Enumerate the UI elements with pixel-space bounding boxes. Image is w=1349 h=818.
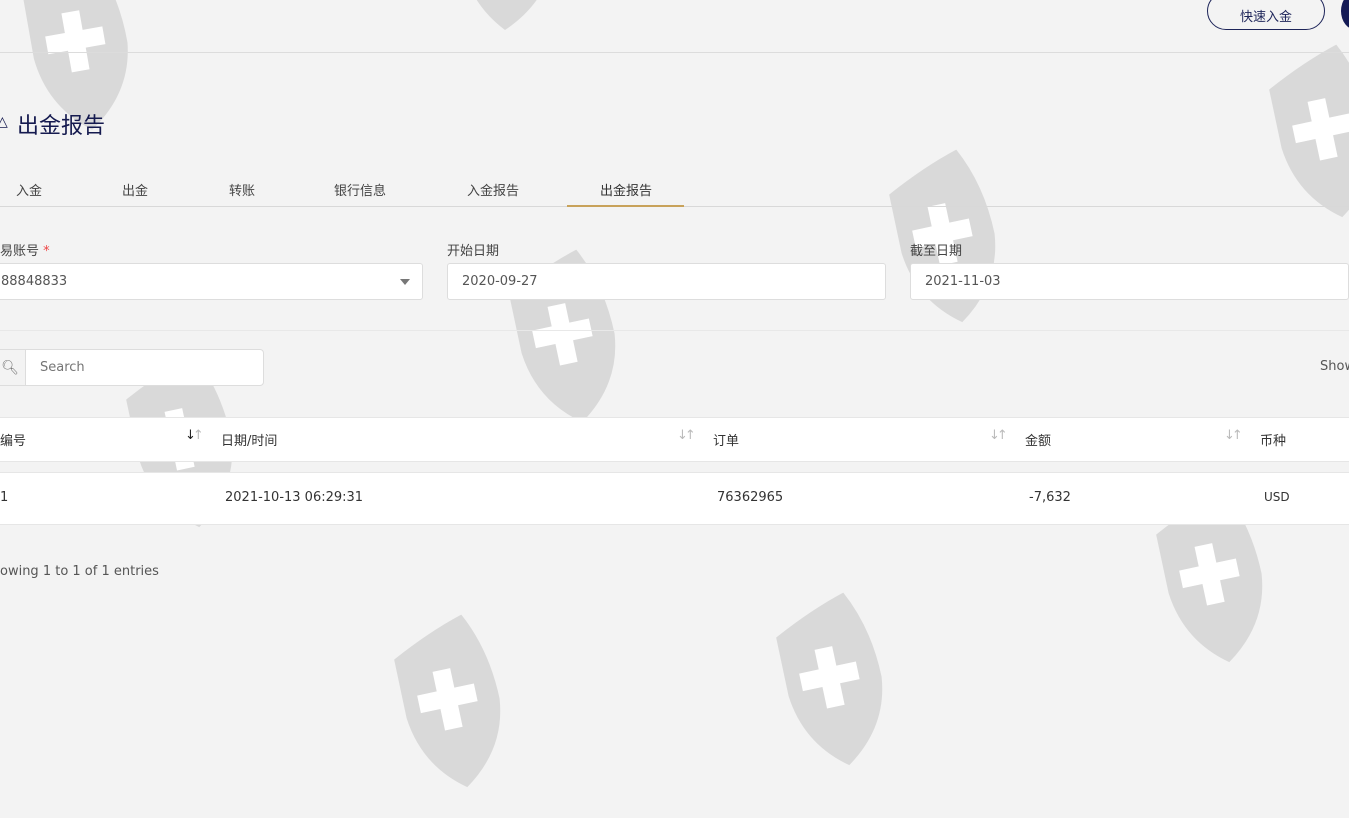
tab-deposit-report[interactable]: 入金报告 [467,180,519,199]
account-select[interactable]: 88848833 [0,263,423,300]
watermark-shields [18,0,1349,797]
table-header [0,417,1349,462]
search-box[interactable]: 🔍︎ [0,349,264,386]
column-header-amount[interactable]: 金额 [1025,430,1051,449]
table-info: owing 1 to 1 of 1 entries [0,564,159,579]
page-title: 出金报告 [17,114,106,139]
tab-withdraw[interactable]: 出金 [122,180,148,199]
search-input[interactable] [26,350,256,385]
end-date-label: 截至日期 [910,244,963,259]
section-divider [0,330,1349,331]
report-icon: △ [0,114,8,130]
sort-icon[interactable]: ↓↑ [989,428,1008,443]
avatar[interactable] [1341,0,1349,30]
cell-order: 76362965 [717,490,784,505]
account-label: 易账号 * [0,244,50,259]
active-tab-indicator [567,205,684,207]
table-row [0,472,1349,525]
column-header-datetime[interactable]: 日期/时间 [221,430,277,449]
start-date-label: 开始日期 [447,244,500,259]
search-icon: 🔍︎ [0,350,26,385]
header-divider [0,52,1349,53]
column-header-currency[interactable]: 币种 [1260,430,1286,449]
tab-deposit[interactable]: 入金 [16,180,42,199]
cell-amount: -7,632 [1029,490,1071,505]
quick-deposit-button[interactable]: 快速入金 [1207,0,1325,30]
chevron-down-icon [400,279,410,285]
cell-currency: USD [1264,490,1290,504]
show-entries-label: Show [1320,359,1349,374]
sort-icon[interactable]: ↓↑ [185,428,204,443]
column-header-id[interactable]: 编号 [0,430,26,449]
cell-id: 1 [0,490,9,505]
tab-transfer[interactable]: 转账 [229,180,255,199]
start-date-input[interactable]: 2020-09-27 [447,263,886,300]
end-date-input[interactable]: 2021-11-03 [910,263,1349,300]
tab-bank-info[interactable]: 银行信息 [334,180,386,199]
tab-withdraw-report[interactable]: 出金报告 [600,180,652,199]
sort-icon[interactable]: ↓↑ [677,428,696,443]
sort-icon[interactable]: ↓↑ [1224,428,1243,443]
column-header-order[interactable]: 订单 [713,430,739,449]
cell-datetime: 2021-10-13 06:29:31 [225,490,364,505]
